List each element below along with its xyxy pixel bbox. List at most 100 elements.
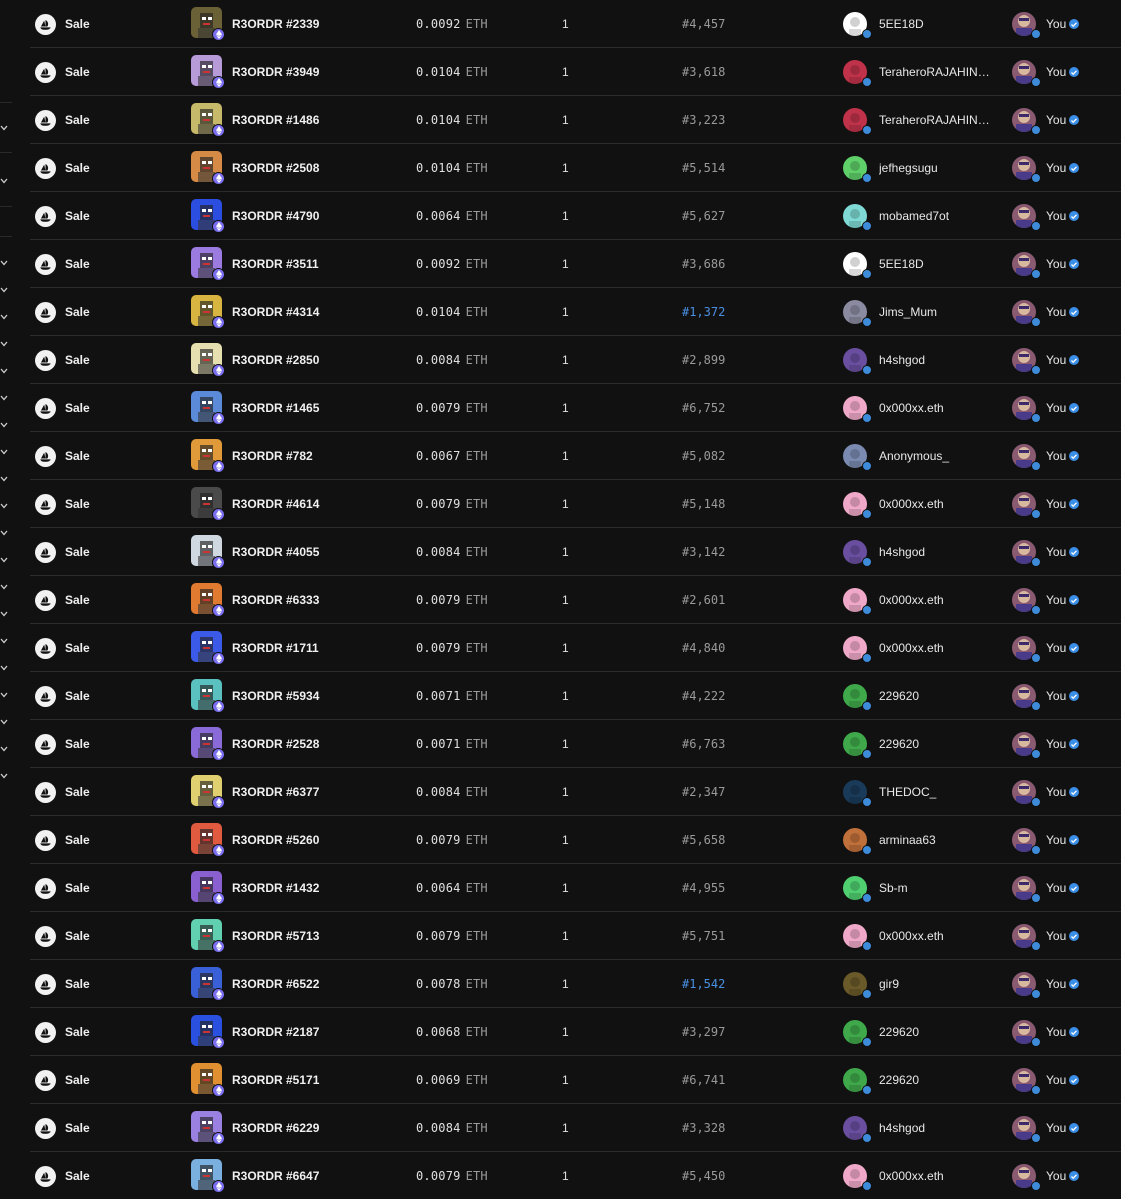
item-name-link[interactable]: R3ORDR #4055 bbox=[232, 545, 319, 559]
to-account-link[interactable]: You bbox=[1046, 785, 1066, 799]
to-account-link[interactable]: You bbox=[1046, 1121, 1066, 1135]
to-account-link[interactable]: You bbox=[1046, 641, 1066, 655]
from-account-link[interactable]: h4shgod bbox=[879, 545, 997, 559]
activity-row[interactable]: Sale R3ORDR #2508 0.0104 ETH 1 #5,514 je… bbox=[30, 144, 1121, 192]
activity-row[interactable]: Sale R3ORDR #1432 0.0064 ETH 1 #4,955 Sb… bbox=[30, 864, 1121, 912]
to-account-link[interactable]: You bbox=[1046, 161, 1066, 175]
to-account-link[interactable]: You bbox=[1046, 977, 1066, 991]
item-name-link[interactable]: R3ORDR #1465 bbox=[232, 401, 319, 415]
chevron-down-icon[interactable] bbox=[0, 557, 8, 565]
to-account-link[interactable]: You bbox=[1046, 929, 1066, 943]
to-account-link[interactable]: You bbox=[1046, 881, 1066, 895]
to-account-link[interactable]: You bbox=[1046, 17, 1066, 31]
item-name-link[interactable]: R3ORDR #3949 bbox=[232, 65, 319, 79]
from-account-link[interactable]: 5EE18D bbox=[879, 17, 997, 31]
from-account-link[interactable]: 0x000xx.eth bbox=[879, 401, 997, 415]
item-name-link[interactable]: R3ORDR #4790 bbox=[232, 209, 319, 223]
to-account-link[interactable]: You bbox=[1046, 65, 1066, 79]
to-account-link[interactable]: You bbox=[1046, 305, 1066, 319]
from-account-link[interactable]: 0x000xx.eth bbox=[879, 1169, 997, 1183]
to-account-link[interactable]: You bbox=[1046, 257, 1066, 271]
item-name-link[interactable]: R3ORDR #1711 bbox=[232, 641, 319, 655]
item-name-link[interactable]: R3ORDR #1486 bbox=[232, 113, 319, 127]
activity-row[interactable]: Sale R3ORDR #4314 0.0104 ETH 1 #1,372 Ji… bbox=[30, 288, 1121, 336]
from-account-link[interactable]: Sb-m bbox=[879, 881, 997, 895]
from-account-link[interactable]: 229620 bbox=[879, 1073, 997, 1087]
from-account-link[interactable]: 0x000xx.eth bbox=[879, 593, 997, 607]
from-account-link[interactable]: Jims_Mum bbox=[879, 305, 997, 319]
activity-row[interactable]: Sale R3ORDR #2528 0.0071 ETH 1 #6,763 22… bbox=[30, 720, 1121, 768]
from-account-link[interactable]: Anonymous_ bbox=[879, 449, 997, 463]
to-account-link[interactable]: You bbox=[1046, 401, 1066, 415]
activity-row[interactable]: Sale R3ORDR #6333 0.0079 ETH 1 #2,601 0x… bbox=[30, 576, 1121, 624]
from-account-link[interactable]: 229620 bbox=[879, 737, 997, 751]
item-name-link[interactable]: R3ORDR #6377 bbox=[232, 785, 319, 799]
activity-row[interactable]: Sale R3ORDR #6522 0.0078 ETH 1 #1,542 gi… bbox=[30, 960, 1121, 1008]
activity-row[interactable]: Sale R3ORDR #6229 0.0084 ETH 1 #3,328 h4… bbox=[30, 1104, 1121, 1152]
to-account-link[interactable]: You bbox=[1046, 593, 1066, 607]
to-account-link[interactable]: You bbox=[1046, 833, 1066, 847]
from-account-link[interactable]: 0x000xx.eth bbox=[879, 641, 997, 655]
chevron-down-icon[interactable] bbox=[0, 395, 8, 403]
from-account-link[interactable]: arminaa63 bbox=[879, 833, 997, 847]
from-account-link[interactable]: 229620 bbox=[879, 689, 997, 703]
from-account-link[interactable]: 229620 bbox=[879, 1025, 997, 1039]
chevron-down-icon[interactable] bbox=[0, 746, 8, 754]
item-name-link[interactable]: R3ORDR #6647 bbox=[232, 1169, 319, 1183]
item-name-link[interactable]: R3ORDR #2528 bbox=[232, 737, 319, 751]
chevron-down-icon[interactable] bbox=[0, 665, 8, 673]
from-account-link[interactable]: mobamed7ot bbox=[879, 209, 997, 223]
item-name-link[interactable]: R3ORDR #4614 bbox=[232, 497, 319, 511]
from-account-link[interactable]: TeraheroRAJAHINDU... bbox=[879, 65, 997, 79]
chevron-down-icon[interactable] bbox=[0, 287, 8, 295]
activity-row[interactable]: Sale R3ORDR #4790 0.0064 ETH 1 #5,627 mo… bbox=[30, 192, 1121, 240]
chevron-down-icon[interactable] bbox=[0, 476, 8, 484]
chevron-down-icon[interactable] bbox=[0, 719, 8, 727]
item-name-link[interactable]: R3ORDR #5934 bbox=[232, 689, 319, 703]
activity-row[interactable]: Sale R3ORDR #5260 0.0079 ETH 1 #5,658 ar… bbox=[30, 816, 1121, 864]
from-account-link[interactable]: h4shgod bbox=[879, 353, 997, 367]
activity-row[interactable]: Sale R3ORDR #6647 0.0079 ETH 1 #5,450 0x… bbox=[30, 1152, 1121, 1199]
chevron-down-icon[interactable] bbox=[0, 341, 8, 349]
item-name-link[interactable]: R3ORDR #5171 bbox=[232, 1073, 319, 1087]
to-account-link[interactable]: You bbox=[1046, 737, 1066, 751]
chevron-down-icon[interactable] bbox=[0, 638, 8, 646]
item-name-link[interactable]: R3ORDR #6522 bbox=[232, 977, 319, 991]
chevron-down-icon[interactable] bbox=[0, 260, 8, 268]
item-name-link[interactable]: R3ORDR #5260 bbox=[232, 833, 319, 847]
item-name-link[interactable]: R3ORDR #5713 bbox=[232, 929, 319, 943]
chevron-down-icon[interactable] bbox=[0, 692, 8, 700]
activity-row[interactable]: Sale R3ORDR #782 0.0067 ETH 1 #5,082 Ano… bbox=[30, 432, 1121, 480]
chevron-down-icon[interactable] bbox=[0, 584, 8, 592]
item-name-link[interactable]: R3ORDR #2850 bbox=[232, 353, 319, 367]
chevron-down-icon[interactable] bbox=[0, 503, 8, 511]
activity-row[interactable]: Sale R3ORDR #6377 0.0084 ETH 1 #2,347 TH… bbox=[30, 768, 1121, 816]
from-account-link[interactable]: gir9 bbox=[879, 977, 997, 991]
activity-row[interactable]: Sale R3ORDR #2850 0.0084 ETH 1 #2,899 h4… bbox=[30, 336, 1121, 384]
activity-row[interactable]: Sale R3ORDR #5171 0.0069 ETH 1 #6,741 22… bbox=[30, 1056, 1121, 1104]
to-account-link[interactable]: You bbox=[1046, 545, 1066, 559]
to-account-link[interactable]: You bbox=[1046, 1073, 1066, 1087]
activity-row[interactable]: Sale R3ORDR #5713 0.0079 ETH 1 #5,751 0x… bbox=[30, 912, 1121, 960]
item-name-link[interactable]: R3ORDR #6229 bbox=[232, 1121, 319, 1135]
activity-row[interactable]: Sale R3ORDR #1711 0.0079 ETH 1 #4,840 0x… bbox=[30, 624, 1121, 672]
chevron-down-icon[interactable] bbox=[0, 178, 8, 186]
activity-row[interactable]: Sale R3ORDR #4614 0.0079 ETH 1 #5,148 0x… bbox=[30, 480, 1121, 528]
activity-row[interactable]: Sale R3ORDR #5934 0.0071 ETH 1 #4,222 22… bbox=[30, 672, 1121, 720]
activity-row[interactable]: Sale R3ORDR #3949 0.0104 ETH 1 #3,618 Te… bbox=[30, 48, 1121, 96]
from-account-link[interactable]: 0x000xx.eth bbox=[879, 929, 997, 943]
chevron-down-icon[interactable] bbox=[0, 422, 8, 430]
chevron-down-icon[interactable] bbox=[0, 125, 8, 133]
activity-row[interactable]: Sale R3ORDR #2339 0.0092 ETH 1 #4,457 5E… bbox=[30, 0, 1121, 48]
item-name-link[interactable]: R3ORDR #782 bbox=[232, 449, 313, 463]
to-account-link[interactable]: You bbox=[1046, 689, 1066, 703]
to-account-link[interactable]: You bbox=[1046, 1169, 1066, 1183]
from-account-link[interactable]: jefhegsugu bbox=[879, 161, 997, 175]
chevron-down-icon[interactable] bbox=[0, 530, 8, 538]
from-account-link[interactable]: 5EE18D bbox=[879, 257, 997, 271]
activity-row[interactable]: Sale R3ORDR #1465 0.0079 ETH 1 #6,752 0x… bbox=[30, 384, 1121, 432]
item-name-link[interactable]: R3ORDR #2339 bbox=[232, 17, 319, 31]
item-name-link[interactable]: R3ORDR #1432 bbox=[232, 881, 319, 895]
item-name-link[interactable]: R3ORDR #6333 bbox=[232, 593, 319, 607]
activity-row[interactable]: Sale R3ORDR #2187 0.0068 ETH 1 #3,297 22… bbox=[30, 1008, 1121, 1056]
